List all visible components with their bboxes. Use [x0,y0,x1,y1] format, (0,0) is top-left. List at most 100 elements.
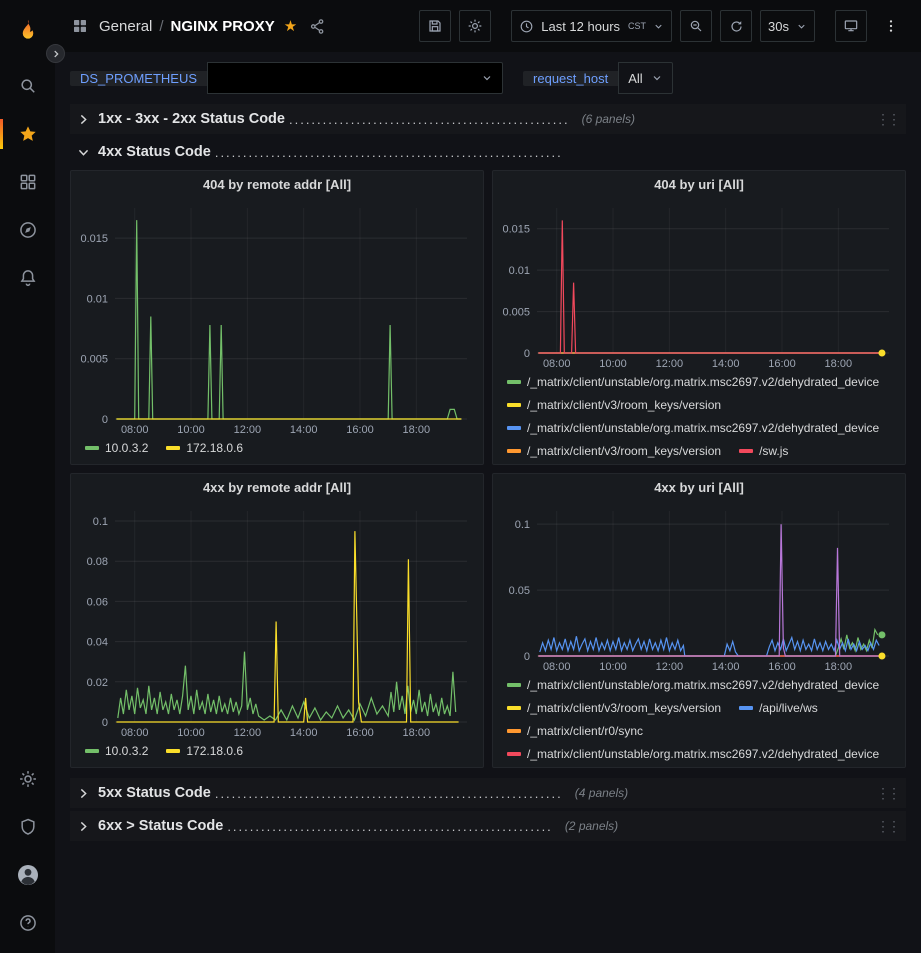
kebab-icon [883,18,899,34]
chevron-right-icon [74,787,92,800]
tv-mode-button[interactable] [835,10,867,42]
dashboards-button[interactable] [0,158,55,206]
svg-text:14:00: 14:00 [290,424,318,436]
row-4xx-status-code[interactable]: 4xx Status Code ........................… [70,137,906,167]
svg-text:0: 0 [524,651,530,663]
legend-item[interactable]: /_matrix/client/v3/room_keys/version [507,397,721,412]
row-panel-count: (6 panels) [582,112,635,126]
refresh-button[interactable] [720,10,752,42]
svg-text:18:00: 18:00 [825,358,853,370]
legend-item[interactable]: 10.0.3.2 [85,743,148,758]
panel-title[interactable]: 4xx by uri [All] [493,474,905,502]
kebab-menu-button[interactable] [875,10,907,42]
help-button[interactable] [0,899,55,947]
legend-item[interactable]: /_matrix/client/unstable/org.matrix.msc2… [507,746,879,761]
row-drag-handle[interactable]: ⋮⋮ [876,818,900,835]
legend-series-marker [166,749,180,753]
timezone-label: CST [628,21,646,31]
legend-item[interactable]: /sw.js [739,443,788,458]
legend-series-marker [507,729,521,733]
row-panel-count: (2 panels) [565,819,618,833]
alerting-button[interactable] [0,254,55,302]
variable-request-host-label[interactable]: request_host [523,71,618,86]
favorite-star-icon[interactable]: ★ [284,17,297,35]
legend-item[interactable]: /_matrix/client/v3/room_keys/version [507,443,721,458]
row-6xx-status-code[interactable]: 6xx > Status Code ......................… [70,811,906,841]
save-dashboard-button[interactable] [419,10,451,42]
legend-series-marker [507,403,521,407]
sidebar-expand-button[interactable] [46,44,65,63]
svg-text:14:00: 14:00 [712,358,740,370]
legend-item[interactable]: 10.0.3.2 [85,440,148,455]
zoom-out-button[interactable] [680,10,712,42]
svg-text:0.01: 0.01 [87,293,108,305]
row-panel-count: (4 panels) [575,786,628,800]
panel-title[interactable]: 4xx by remote addr [All] [71,474,483,502]
svg-text:0.1: 0.1 [515,519,530,531]
share-icon[interactable] [309,18,326,35]
legend-series-marker [85,749,99,753]
variable-request-host-select[interactable]: All [618,62,672,94]
time-series-chart[interactable]: 08:0010:0012:0014:0016:0018:0000.0050.01… [493,199,905,371]
server-admin-settings-button[interactable] [0,755,55,803]
user-avatar-button[interactable] [0,851,55,899]
panel-title[interactable]: 404 by uri [All] [493,171,905,199]
legend-series-label: /_matrix/client/r0/sync [527,724,643,738]
svg-text:18:00: 18:00 [825,661,853,673]
starred-dashboards-button[interactable] [0,110,55,158]
chevron-right-icon [74,820,92,833]
legend-item[interactable]: /_matrix/client/v3/room_keys/version [507,700,721,715]
row-title: 6xx > Status Code [98,818,223,834]
variable-datasource-label[interactable]: DS_PROMETHEUS [70,71,207,86]
variables-bar: DS_PROMETHEUS request_host All [70,62,906,94]
svg-text:10:00: 10:00 [177,727,205,739]
time-range-picker[interactable]: Last 12 hours CST [511,10,672,42]
legend-series-marker [739,706,753,710]
breadcrumb-title[interactable]: NGINX PROXY [171,18,275,35]
legend-item[interactable]: /_matrix/client/unstable/org.matrix.msc2… [507,420,879,435]
time-series-chart[interactable]: 08:0010:0012:0014:0016:0018:0000.050.1 [493,502,905,674]
bell-icon [18,268,38,288]
avatar [16,863,40,887]
refresh-interval-select[interactable]: 30s [760,10,815,42]
legend-series-marker [507,752,521,756]
svg-text:0.1: 0.1 [93,516,108,528]
server-admin-button[interactable] [0,803,55,851]
search-icon [18,76,38,96]
legend-item[interactable]: /_matrix/client/unstable/org.matrix.msc2… [507,677,879,692]
time-series-chart[interactable]: 08:0010:0012:0014:0016:0018:0000.0050.01… [71,199,483,437]
legend-item[interactable]: 172.18.0.6 [166,440,243,455]
row-1xx-3xx-2xx-status-code[interactable]: 1xx - 3xx - 2xx Status Code ............… [70,104,906,134]
legend-item[interactable]: /_matrix/client/unstable/org.matrix.msc2… [507,374,879,389]
explore-button[interactable] [0,206,55,254]
legend-series-marker [507,706,521,710]
chevron-right-icon [74,113,92,126]
search-button[interactable] [0,62,55,110]
shield-icon [18,817,38,837]
svg-text:0: 0 [524,348,530,360]
panel-grid: 404 by remote addr [All]08:0010:0012:001… [70,170,906,768]
panel-title[interactable]: 404 by remote addr [All] [71,171,483,199]
legend-series-label: /api/live/ws [759,701,818,715]
legend-series-label: /_matrix/client/unstable/org.matrix.msc2… [527,421,879,435]
clock-icon [519,19,534,34]
chevron-down-icon [74,146,92,159]
time-series-chart[interactable]: 08:0010:0012:0014:0016:0018:0000.020.040… [71,502,483,740]
compass-icon [18,220,38,240]
gear-icon [467,18,483,34]
legend-series-marker [507,380,521,384]
variable-request-host-value: All [628,71,642,86]
row-drag-handle[interactable]: ⋮⋮ [876,785,900,802]
time-range-label: Last 12 hours [541,19,620,34]
row-5xx-status-code[interactable]: 5xx Status Code ........................… [70,778,906,808]
dashboard-settings-button[interactable] [459,10,491,42]
svg-text:0.015: 0.015 [502,224,530,236]
svg-text:08:00: 08:00 [543,661,571,673]
variable-datasource-select[interactable] [207,62,503,94]
legend-item[interactable]: 172.18.0.6 [166,743,243,758]
legend-item[interactable]: /_matrix/client/r0/sync [507,723,643,738]
row-drag-handle[interactable]: ⋮⋮ [876,111,900,128]
breadcrumb-section[interactable]: General [99,18,152,35]
legend-series-marker [507,449,521,453]
legend-item[interactable]: /api/live/ws [739,700,818,715]
